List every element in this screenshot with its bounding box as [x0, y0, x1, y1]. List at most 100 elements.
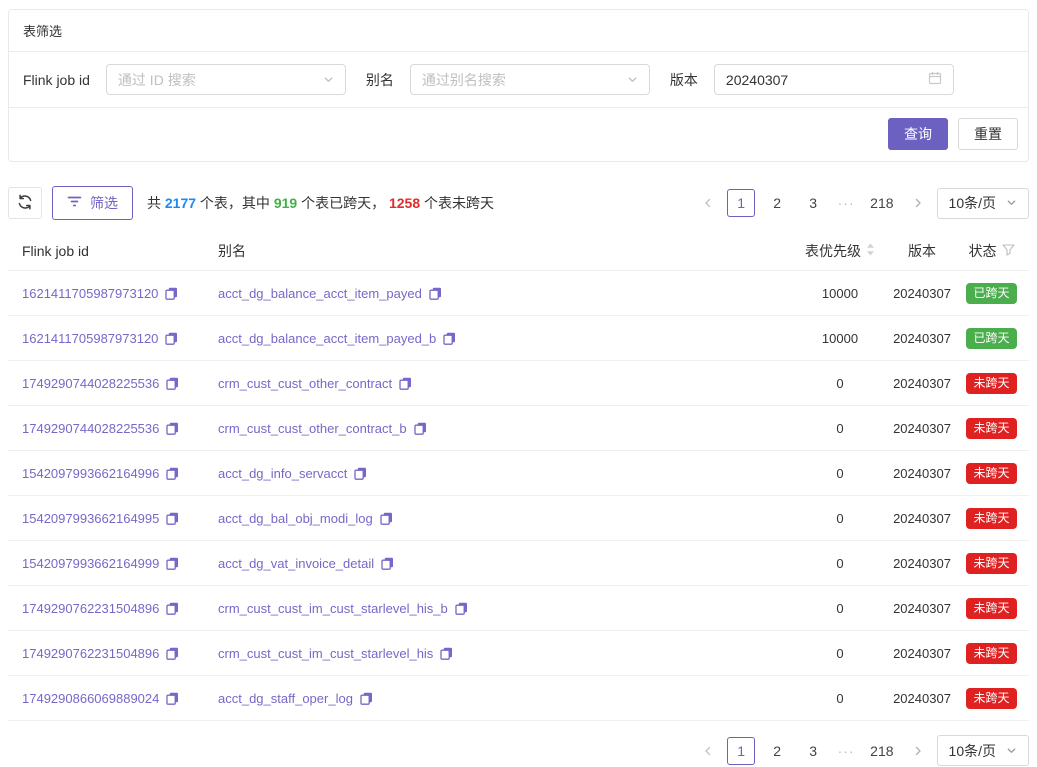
job-id-link[interactable]: 1542097993662164999	[22, 556, 159, 571]
pagination-page-2[interactable]: 2	[763, 737, 791, 765]
summary-text: 个表，其中	[196, 195, 274, 211]
copy-icon[interactable]	[166, 557, 179, 570]
alias-link[interactable]: acct_dg_balance_acct_item_payed	[218, 286, 422, 301]
filter-card-header: 表筛选	[9, 10, 1028, 52]
priority-value: 10000	[790, 331, 890, 346]
priority-value: 0	[790, 601, 890, 616]
copy-icon[interactable]	[165, 332, 178, 345]
copy-icon[interactable]	[414, 422, 427, 435]
version-value: 20240307	[890, 646, 954, 661]
copy-icon[interactable]	[440, 647, 453, 660]
copy-icon[interactable]	[443, 332, 456, 345]
table-row: 1749290866069889024 acct_dg_staff_oper_l…	[8, 676, 1029, 721]
job-id-link[interactable]: 1621411705987973120	[22, 286, 158, 301]
job-id-cell: 1749290744028225536	[8, 421, 210, 436]
funnel-filter-icon[interactable]	[1002, 243, 1015, 259]
alias-link[interactable]: acct_dg_balance_acct_item_payed_b	[218, 331, 436, 346]
pagination-page-3[interactable]: 3	[799, 189, 827, 217]
copy-icon[interactable]	[166, 692, 179, 705]
alias-link[interactable]: crm_cust_cust_other_contract_b	[218, 421, 407, 436]
query-button[interactable]: 查询	[888, 118, 948, 150]
alias-link[interactable]: crm_cust_cust_im_cust_starlevel_his	[218, 646, 433, 661]
version-label: 版本	[670, 70, 698, 90]
pagination-page-218[interactable]: 218	[865, 737, 898, 765]
copy-icon[interactable]	[354, 467, 367, 480]
pagination-prev-button[interactable]	[697, 737, 719, 765]
job-id-link[interactable]: 1621411705987973120	[22, 331, 158, 346]
copy-icon[interactable]	[166, 377, 179, 390]
column-header-status[interactable]: 状态	[954, 241, 1029, 261]
alias-select[interactable]: 通过别名搜索	[410, 64, 650, 95]
priority-header-label: 表优先级	[805, 241, 861, 261]
pagination-page-1[interactable]: 1	[727, 737, 755, 765]
pagination-page-1[interactable]: 1	[727, 189, 755, 217]
pagination-page-2[interactable]: 2	[763, 189, 791, 217]
table-row: 1749290744028225536 crm_cust_cust_other_…	[8, 361, 1029, 406]
status-badge: 未跨天	[966, 508, 1016, 529]
job-id-link[interactable]: 1749290744028225536	[22, 376, 159, 391]
page-size-select[interactable]: 10条/页	[937, 188, 1029, 219]
alias-link[interactable]: crm_cust_cust_im_cust_starlevel_his_b	[218, 601, 448, 616]
uncrossed-count: 1258	[389, 195, 420, 211]
copy-icon[interactable]	[380, 512, 393, 525]
copy-icon[interactable]	[166, 602, 179, 615]
page-size-select[interactable]: 10条/页	[937, 735, 1029, 766]
copy-icon[interactable]	[399, 377, 412, 390]
copy-icon[interactable]	[455, 602, 468, 615]
alias-link[interactable]: acct_dg_vat_invoice_detail	[218, 556, 374, 571]
refresh-button[interactable]	[8, 187, 42, 219]
alias-cell: acct_dg_balance_acct_item_payed	[210, 286, 790, 301]
job-id-cell: 1542097993662164999	[8, 556, 210, 571]
copy-icon[interactable]	[381, 557, 394, 570]
copy-icon[interactable]	[429, 287, 442, 300]
tables-table: Flink job id 别名 表优先级 版本 状态 1621411705987	[8, 232, 1029, 721]
crossed-count: 919	[274, 195, 297, 211]
alias-link[interactable]: acct_dg_bal_obj_modi_log	[218, 511, 373, 526]
pagination-page-3[interactable]: 3	[799, 737, 827, 765]
status-badge: 未跨天	[966, 418, 1016, 439]
table-summary: 共 2177 个表，其中 919 个表已跨天， 1258 个表未跨天	[147, 193, 494, 213]
job-id-link[interactable]: 1749290762231504896	[22, 601, 159, 616]
job-id-cell: 1621411705987973120	[8, 286, 210, 301]
alias-link[interactable]: acct_dg_info_servacct	[218, 466, 347, 481]
pagination-ellipsis[interactable]: ···	[835, 195, 857, 211]
summary-text: 共	[147, 195, 165, 211]
filter-actions: 查询 重置	[9, 108, 1028, 161]
alias-cell: acct_dg_vat_invoice_detail	[210, 556, 790, 571]
filter-button[interactable]: 筛选	[52, 186, 133, 220]
column-header-priority[interactable]: 表优先级	[790, 241, 890, 261]
version-date-input[interactable]: 20240307	[714, 64, 954, 95]
job-id-link[interactable]: 1542097993662164995	[22, 511, 159, 526]
pagination-next-button[interactable]	[907, 189, 929, 217]
pagination-page-218[interactable]: 218	[865, 189, 898, 217]
alias-link[interactable]: crm_cust_cust_other_contract	[218, 376, 392, 391]
sorter-icon[interactable]	[866, 243, 875, 259]
table-row: 1621411705987973120 acct_dg_balance_acct…	[8, 271, 1029, 316]
alias-link[interactable]: acct_dg_staff_oper_log	[218, 691, 353, 706]
copy-icon[interactable]	[166, 467, 179, 480]
reset-button[interactable]: 重置	[958, 118, 1018, 150]
pagination-next-button[interactable]	[907, 737, 929, 765]
job-id-link[interactable]: 1749290744028225536	[22, 421, 159, 436]
alias-cell: acct_dg_balance_acct_item_payed_b	[210, 331, 790, 346]
version-value: 20240307	[890, 331, 954, 346]
job-id-link[interactable]: 1749290762231504896	[22, 646, 159, 661]
copy-icon[interactable]	[166, 647, 179, 660]
flink-job-id-placeholder: 通过 ID 搜索	[118, 70, 196, 90]
table-row: 1621411705987973120 acct_dg_balance_acct…	[8, 316, 1029, 361]
filter-lines-icon	[67, 195, 82, 211]
pagination-prev-button[interactable]	[697, 189, 719, 217]
version-value: 20240307	[890, 691, 954, 706]
status-cell: 未跨天	[954, 418, 1029, 439]
job-id-link[interactable]: 1749290866069889024	[22, 691, 159, 706]
copy-icon[interactable]	[360, 692, 373, 705]
status-cell: 已跨天	[954, 328, 1029, 349]
job-id-link[interactable]: 1542097993662164996	[22, 466, 159, 481]
copy-icon[interactable]	[165, 287, 178, 300]
flink-job-id-select[interactable]: 通过 ID 搜索	[106, 64, 346, 95]
pagination-ellipsis[interactable]: ···	[835, 743, 857, 759]
copy-icon[interactable]	[166, 512, 179, 525]
version-value: 20240307	[890, 601, 954, 616]
total-count: 2177	[165, 195, 196, 211]
copy-icon[interactable]	[166, 422, 179, 435]
